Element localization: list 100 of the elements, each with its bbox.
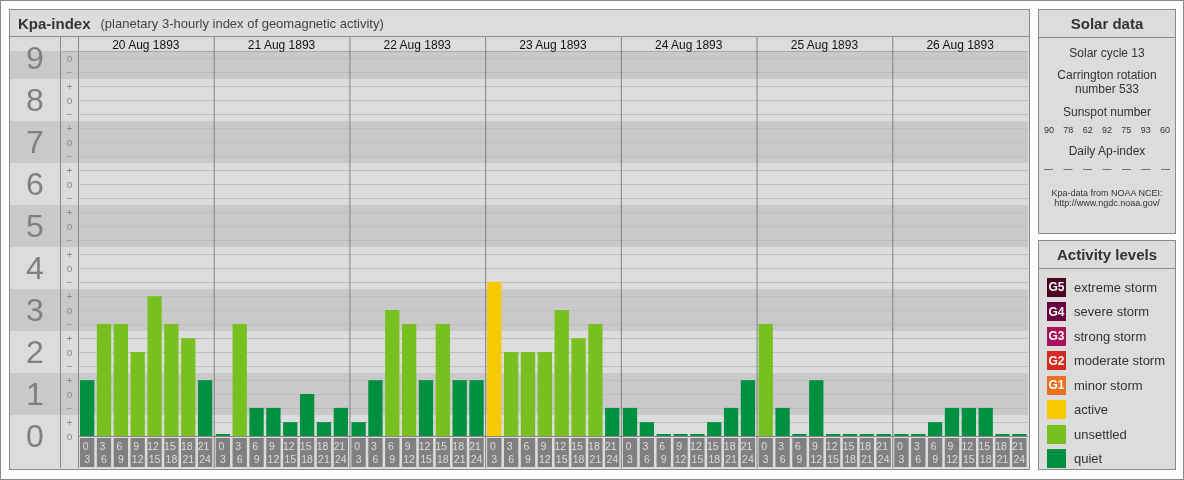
sunspot-label: Sunspot number: [1061, 105, 1153, 119]
time-slot-label: 0 3: [351, 438, 366, 467]
ap-index-value: —: [1044, 164, 1053, 174]
ap-index-value: —: [1141, 164, 1151, 174]
kp-step-label: o: [66, 430, 73, 442]
kp-step-label: o: [66, 346, 73, 358]
level-label: minor storm: [1074, 377, 1143, 393]
time-slot-label: 6 9: [520, 438, 536, 467]
time-slot-label: 12 15: [961, 438, 976, 467]
time-slot-label: 3 6: [96, 438, 112, 467]
time-slot-label: 18 21: [452, 438, 467, 467]
time-slot-label: 12 15: [825, 438, 841, 467]
time-slot-label: 12 15: [282, 438, 298, 467]
level-label: unsettled: [1074, 426, 1127, 442]
time-slot-label: 9 12: [266, 438, 281, 467]
date-label: 25 Aug 1893: [790, 37, 859, 52]
sunspot-value: 75: [1121, 125, 1132, 135]
kp-step-label: o: [66, 178, 73, 190]
kp-step-label: +: [66, 248, 73, 260]
time-slot-label: 3 6: [639, 438, 654, 467]
kp-step-label: −: [66, 108, 73, 120]
ap-index-value: —: [1083, 164, 1092, 174]
kp-level-label: 2: [26, 334, 44, 371]
time-slot-label: 3 6: [911, 438, 926, 467]
time-slot-label: 6 9: [113, 438, 128, 467]
kp-step-label: −: [66, 150, 73, 162]
time-slot-label: 9 12: [130, 438, 145, 467]
time-slot-label: 18 21: [723, 438, 739, 467]
x-tick-label: 6 9: [930, 440, 939, 465]
time-slot-label: 15 18: [978, 438, 993, 467]
time-slot-label: 21 24: [1012, 438, 1027, 467]
time-slot-label: 18 21: [180, 438, 196, 467]
time-slot-label: 0 3: [215, 438, 230, 467]
x-tick-label: 6 9: [659, 440, 667, 465]
kp-level-label: 4: [26, 250, 44, 287]
date-label: 21 Aug 1893: [247, 37, 316, 52]
kp-level-label: 1: [26, 376, 44, 412]
sunspot-value: 78: [1063, 125, 1074, 135]
date-label: 20 Aug 1893: [112, 37, 180, 52]
time-slot-label: 0 3: [487, 438, 502, 467]
time-slot-label: 3 6: [368, 438, 383, 467]
sunspot-value: 90: [1044, 125, 1054, 135]
time-slot-label: 21 24: [876, 438, 891, 467]
time-slot-label: 0 3: [758, 438, 773, 467]
time-slot-label: 21 24: [197, 438, 213, 467]
x-tick-label: 3 6: [913, 440, 922, 465]
kp-step-label: −: [66, 66, 73, 78]
ap-index-value: —: [1063, 164, 1073, 174]
time-slot-label: 3 6: [232, 438, 247, 467]
kp-level-label: 0: [26, 418, 44, 454]
sunspot-value: 92: [1102, 125, 1112, 135]
kp-step-label: +: [66, 164, 73, 176]
level-swatch: G4: [1047, 302, 1066, 321]
source-url: http://www.ngdc.noaa.gov/: [1054, 198, 1160, 208]
x-tick-label: 3 6: [506, 440, 515, 465]
kp-level-label: 7: [26, 124, 44, 161]
time-slot-label: 21 24: [469, 438, 484, 467]
time-slot-label: 6 9: [656, 438, 671, 467]
kp-step-label: −: [66, 318, 73, 330]
kp-level-label: 8: [26, 82, 44, 119]
time-slot-label: 6 9: [928, 438, 943, 467]
time-slot-label: 0 3: [80, 438, 95, 467]
ap-index-value: —: [1102, 164, 1112, 174]
sunspot-value: 62: [1082, 125, 1093, 135]
date-label: 24 Aug 1893: [655, 37, 723, 52]
time-slot-label: 9 12: [809, 438, 824, 467]
level-label: quiet: [1074, 451, 1103, 466]
x-tick-label: 3 6: [235, 440, 243, 465]
x-tick-label: 6 9: [252, 440, 260, 465]
time-slot-label: 15 18: [164, 438, 179, 467]
time-slot-label: 12 15: [690, 438, 705, 467]
kp-step-label: −: [66, 192, 73, 204]
level-swatch: G3: [1047, 326, 1066, 346]
level-label: strong storm: [1074, 328, 1147, 344]
x-tick-label: 3 6: [371, 440, 379, 465]
time-slot-label: 15 18: [299, 438, 315, 467]
time-slot-label: 6 9: [792, 438, 807, 467]
time-slot-label: 12 15: [147, 438, 162, 467]
time-slot-label: 21 24: [333, 438, 348, 467]
x-tick-label: 0 3: [82, 440, 91, 465]
x-tick-label: 3 6: [778, 440, 786, 465]
x-tick-label: 6 9: [795, 440, 803, 465]
date-label: 22 Aug 1893: [383, 37, 451, 52]
x-tick-label: 6 9: [116, 440, 124, 465]
level-swatch: G1: [1047, 375, 1066, 395]
time-slot-label: 0 3: [622, 438, 638, 467]
time-slot-label: 18 21: [859, 438, 874, 467]
x-tick-label: 3 6: [642, 440, 650, 465]
kp-level-label: 9: [26, 40, 44, 77]
panel-title: Activity levels: [1039, 241, 1175, 269]
kp-step-label: −: [66, 402, 73, 414]
time-slot-label: 18 21: [316, 438, 332, 467]
date-label: 26 Aug 1893: [926, 37, 994, 52]
sunspot-value: 60: [1159, 125, 1170, 135]
chart-subtitle: (planetary 3-hourly index of geomagnetic activity): [100, 15, 384, 31]
kp-step-label: +: [66, 80, 73, 92]
time-slot-label: 3 6: [504, 438, 519, 467]
time-slot-label: 6 9: [249, 438, 264, 467]
kp-level-label: 6: [26, 166, 44, 203]
time-slot-label: 3 6: [775, 438, 790, 467]
